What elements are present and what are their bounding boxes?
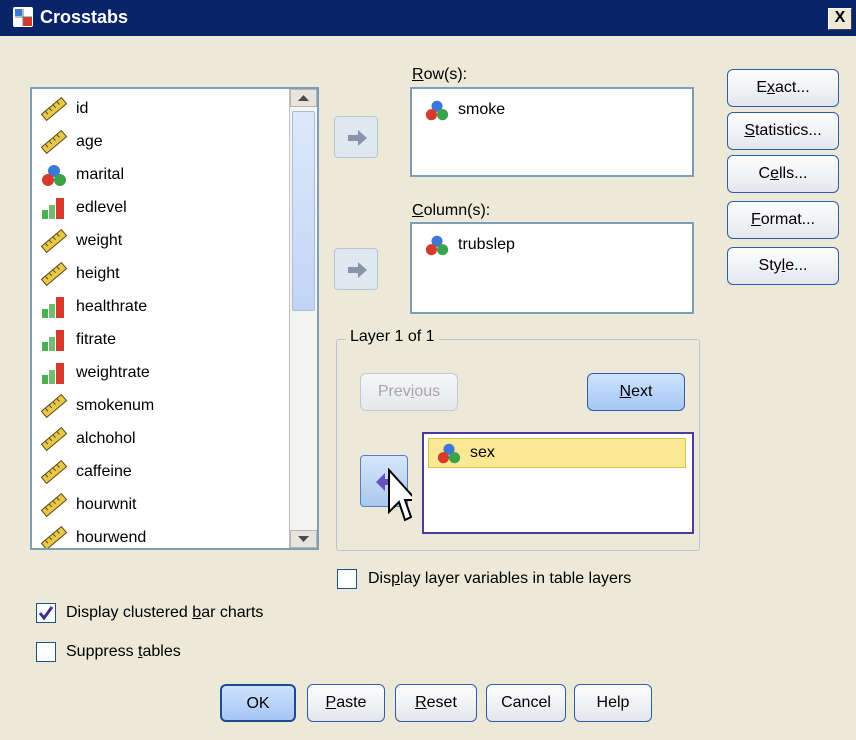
variable-name: height (76, 265, 120, 282)
list-item[interactable]: smokenum (40, 392, 154, 420)
scroll-up-button[interactable] (290, 89, 317, 107)
ruler-scale-icon (40, 493, 68, 517)
variable-name: caffeine (76, 463, 132, 480)
ruler-scale-icon (40, 97, 68, 121)
variable-name: healthrate (76, 298, 148, 315)
format-button[interactable]: Format... (727, 201, 839, 239)
exact-button[interactable]: Exact... (727, 69, 839, 107)
list-item[interactable]: age (40, 128, 103, 156)
ruler-scale-icon (40, 394, 68, 418)
window-title: Crosstabs (40, 7, 129, 27)
variable-name: trubslep (458, 236, 515, 253)
list-item[interactable]: hourwnit (40, 491, 136, 519)
rows-list[interactable]: smoke (410, 87, 694, 177)
ruler-scale-icon (40, 427, 68, 451)
variable-name: weightrate (76, 364, 150, 381)
variable-list[interactable]: id age marital edlevel weight height hea… (30, 87, 319, 550)
style-button[interactable]: Style... (727, 247, 839, 285)
ordinal-bars-icon (42, 297, 64, 318)
variable-name: id (76, 100, 89, 117)
clustered-bar-checkbox[interactable] (36, 603, 56, 623)
ordinal-bars-icon (42, 330, 64, 351)
help-button[interactable]: Help (574, 684, 652, 722)
list-item[interactable]: hourwend (40, 524, 147, 548)
mouse-cursor-icon (388, 468, 412, 522)
nominal-balls-icon (425, 100, 449, 121)
layer-list[interactable]: sex (422, 432, 694, 534)
list-item[interactable]: fitrate (40, 326, 116, 354)
statistics-button[interactable]: Statistics... (727, 112, 839, 150)
previous-button[interactable]: Previous (360, 373, 458, 411)
suppress-tables-checkbox[interactable] (36, 642, 56, 662)
move-to-columns-button[interactable] (334, 248, 378, 290)
ok-button[interactable]: OK (220, 684, 296, 722)
variable-name: edlevel (76, 199, 127, 216)
list-item[interactable]: weightrate (40, 359, 150, 387)
cells-button[interactable]: Cells... (727, 155, 839, 193)
variable-name: alchohol (76, 430, 136, 447)
list-item[interactable]: id (40, 95, 88, 123)
variable-name: sex (470, 444, 495, 461)
variable-name: hourwend (76, 529, 147, 546)
close-button[interactable]: X (828, 8, 852, 30)
scroll-down-button[interactable] (290, 530, 317, 548)
display-layer-checkbox[interactable] (337, 569, 357, 589)
variable-name: smokenum (76, 397, 155, 414)
columns-label: Column(s): (412, 202, 491, 219)
variable-name: hourwnit (76, 496, 137, 513)
crosstabs-app-icon (13, 7, 33, 27)
variable-name: marital (76, 166, 125, 183)
list-item[interactable]: caffeine (40, 458, 132, 486)
list-item[interactable]: trubslep (424, 232, 515, 258)
variable-name: age (76, 133, 103, 150)
nominal-balls-icon (42, 165, 66, 186)
move-to-rows-button[interactable] (334, 116, 378, 158)
scroll-up-arrow-icon (298, 95, 309, 101)
list-item[interactable]: height (40, 260, 120, 288)
next-button[interactable]: Next (587, 373, 685, 411)
reset-button[interactable]: Reset (395, 684, 477, 722)
ruler-scale-icon (40, 526, 68, 548)
scroll-thumb[interactable] (292, 111, 315, 311)
columns-list[interactable]: trubslep (410, 222, 694, 314)
variable-name: smoke (458, 101, 506, 118)
nominal-balls-icon (437, 443, 461, 464)
list-item[interactable]: smoke (424, 97, 505, 123)
nominal-balls-icon (425, 235, 449, 256)
list-item[interactable]: healthrate (40, 293, 147, 321)
ruler-scale-icon (40, 229, 68, 253)
list-item[interactable]: marital (40, 161, 124, 189)
list-item[interactable]: sex (436, 440, 495, 466)
vertical-scrollbar[interactable] (289, 89, 317, 548)
arrow-right-icon (348, 130, 367, 146)
ruler-scale-icon (40, 130, 68, 154)
clustered-bar-label: Display clustered bar charts (66, 604, 264, 621)
variable-name: fitrate (76, 331, 117, 348)
scroll-down-arrow-icon (298, 536, 309, 542)
variable-name: weight (76, 232, 123, 249)
ordinal-bars-icon (42, 198, 64, 219)
display-layer-label: Display layer variables in table layers (368, 570, 632, 587)
arrow-right-icon (348, 262, 367, 278)
ordinal-bars-icon (42, 363, 64, 384)
list-item[interactable]: edlevel (40, 194, 127, 222)
cancel-button[interactable]: Cancel (486, 684, 566, 722)
checkmark-icon (38, 606, 54, 621)
list-item[interactable]: weight (40, 227, 122, 255)
ruler-scale-icon (40, 262, 68, 286)
rows-label: Row(s): (412, 66, 468, 83)
suppress-tables-label: Suppress tables (66, 643, 181, 660)
paste-button[interactable]: Paste (307, 684, 385, 722)
ruler-scale-icon (40, 460, 68, 484)
layer-legend: Layer 1 of 1 (346, 328, 439, 346)
title-bar: Crosstabs X (0, 0, 856, 36)
list-item[interactable]: alchohol (40, 425, 136, 453)
